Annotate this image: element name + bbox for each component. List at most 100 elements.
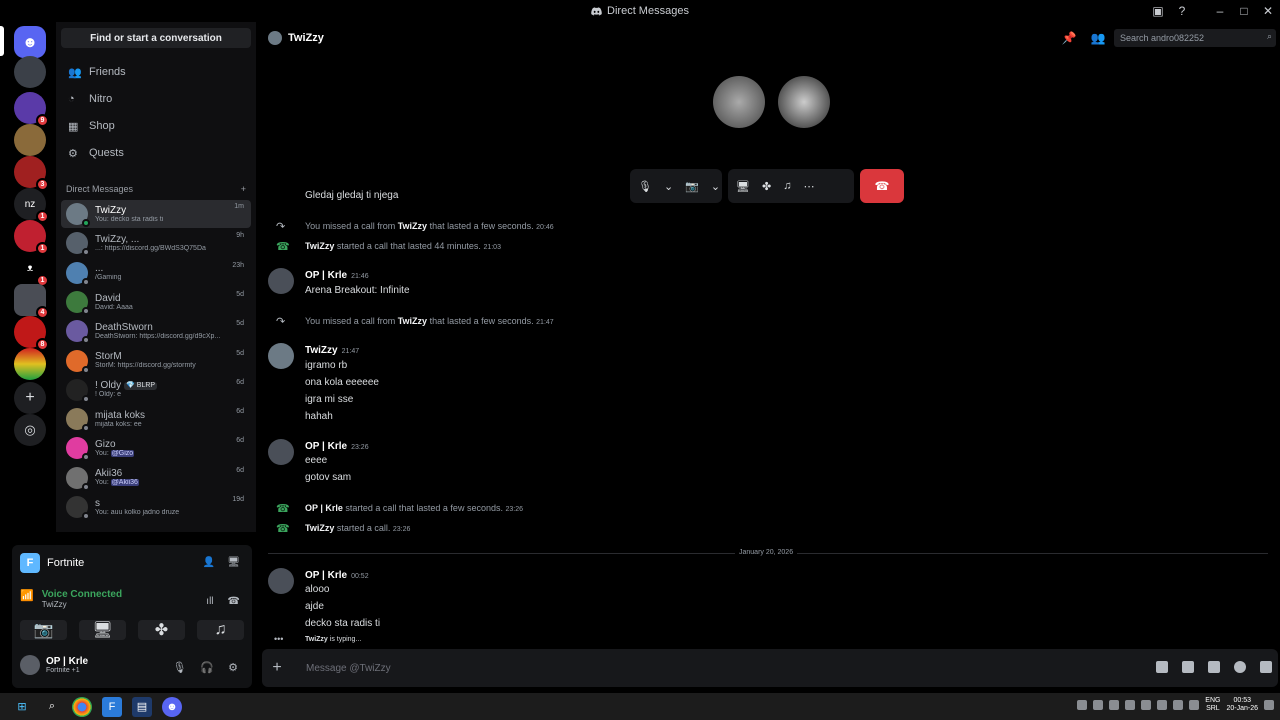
avatar[interactable] bbox=[268, 439, 294, 465]
plus-icon[interactable]: + bbox=[262, 659, 292, 677]
dm-item[interactable]: StorM StorM: https://discord.gg/stormty 5d bbox=[61, 347, 251, 375]
server-icon[interactable]: 4 bbox=[14, 284, 49, 319]
nav-friends[interactable]: 👥 Friends bbox=[62, 60, 250, 84]
gif-icon[interactable] bbox=[1182, 661, 1194, 673]
dm-item[interactable]: mijata koks mijata koks: ee 6d bbox=[61, 405, 251, 433]
tray-icon[interactable] bbox=[1093, 700, 1104, 711]
search-input[interactable]: Search andro082252 ⌕ bbox=[1114, 29, 1276, 47]
server-icon[interactable]: 8 bbox=[14, 316, 49, 351]
avatar[interactable] bbox=[268, 268, 294, 294]
avatar[interactable] bbox=[268, 568, 294, 594]
tray-icon[interactable] bbox=[1157, 700, 1168, 711]
screen-icon[interactable]: 🖥 bbox=[227, 557, 240, 568]
message-author[interactable]: TwiZzy 21:47 bbox=[305, 345, 359, 356]
dm-preview: You: @Gizo bbox=[95, 450, 135, 458]
search-icon[interactable]: ⌕ bbox=[42, 697, 62, 717]
disconnect-icon[interactable]: ☎ bbox=[228, 596, 240, 607]
user-panel[interactable]: OP | Krle Fortnite +1 bbox=[20, 655, 88, 675]
message-author[interactable]: OP | Krle 23:26 bbox=[305, 441, 369, 452]
server-icon[interactable]: ᴥ1 bbox=[14, 252, 49, 287]
message-composer[interactable]: + Message @TwiZzy bbox=[262, 649, 1278, 687]
pin-icon[interactable]: 📌 bbox=[1062, 31, 1077, 45]
message-line: igra mi sse bbox=[305, 394, 354, 405]
chrome-icon[interactable] bbox=[72, 696, 92, 717]
server-icon[interactable] bbox=[14, 56, 46, 88]
dm-preview: ! Oldy: e bbox=[95, 391, 122, 399]
tray-icon[interactable] bbox=[1189, 700, 1200, 711]
language-indicator[interactable]: ENG SRL bbox=[1205, 697, 1220, 714]
dm-time: 6d bbox=[236, 408, 244, 416]
avatar[interactable] bbox=[268, 343, 294, 369]
message-author[interactable]: OP | Krle 21:46 bbox=[305, 270, 369, 281]
gift-icon[interactable] bbox=[1156, 661, 1168, 673]
avatar[interactable] bbox=[778, 76, 830, 128]
tray-icon[interactable] bbox=[1173, 700, 1184, 711]
dm-item[interactable]: Akii36 You: @Akii36 6d bbox=[61, 464, 251, 492]
message-author[interactable]: OP | Krle 00:52 bbox=[305, 570, 369, 581]
apps-icon[interactable] bbox=[1260, 661, 1272, 673]
avatar bbox=[66, 378, 90, 403]
dm-item[interactable]: ! Oldy 💎 BLRP! Oldy: e 6d bbox=[61, 376, 251, 404]
nitro-icon: ◔ bbox=[68, 93, 75, 105]
discover-button[interactable]: ◎ bbox=[14, 414, 46, 446]
tray-icon[interactable] bbox=[1077, 700, 1088, 711]
maximize-button[interactable]: □ bbox=[1232, 0, 1256, 22]
tray-icon[interactable] bbox=[1141, 700, 1152, 711]
find-conversation-button[interactable]: Find or start a conversation bbox=[61, 28, 251, 48]
message-input[interactable]: Message @TwiZzy bbox=[306, 663, 391, 674]
dm-item[interactable]: David David: Aaaa 5d bbox=[61, 288, 251, 316]
nav-quests[interactable]: ⚙ Quests bbox=[62, 141, 250, 165]
headphones-icon[interactable]: 🎧 bbox=[200, 661, 214, 674]
discord-icon[interactable]: ☻ bbox=[162, 696, 182, 717]
dm-item[interactable]: TwiZzy You: decko sta radis ti 1m bbox=[61, 200, 251, 228]
app-icon[interactable]: ▤ bbox=[132, 696, 152, 717]
voice-connected[interactable]: 📶 Voice Connected TwiZzy bbox=[20, 589, 122, 609]
dm-item[interactable]: .../Gaming 23h bbox=[61, 259, 251, 287]
nav-nitro[interactable]: ◔ Nitro bbox=[62, 87, 250, 111]
server-icon[interactable]: nz 1 bbox=[14, 188, 49, 223]
server-icon[interactable] bbox=[14, 348, 46, 380]
missed-call-icon: ↷ bbox=[276, 316, 286, 328]
user-name: OP | Krle bbox=[46, 656, 89, 667]
close-button[interactable]: ✕ bbox=[1256, 0, 1280, 22]
soundboard-button[interactable]: ♫ bbox=[197, 620, 244, 640]
notification-icon[interactable] bbox=[1264, 700, 1274, 711]
server-icon[interactable]: 9 bbox=[14, 92, 49, 127]
server-icon[interactable]: 3 bbox=[14, 156, 49, 191]
emoji-icon[interactable] bbox=[1234, 661, 1246, 673]
gear-icon[interactable]: ⚙ bbox=[228, 661, 238, 674]
invite-icon[interactable]: 👤 bbox=[203, 557, 215, 568]
fortnite-icon[interactable]: F bbox=[102, 696, 122, 717]
message-line: Arena Breakout: Infinite bbox=[305, 285, 410, 296]
dm-item[interactable]: TwiZzy, ......: https://discord.gg/BWdS3… bbox=[61, 229, 251, 257]
create-dm-plus-icon[interactable]: + bbox=[241, 184, 246, 194]
server-icon[interactable]: 1 bbox=[14, 220, 49, 255]
activities-button[interactable]: ✤ bbox=[138, 620, 185, 640]
call-icon: ☎ bbox=[276, 523, 290, 535]
network-icon[interactable] bbox=[1125, 700, 1136, 711]
inbox-icon[interactable]: ▣ bbox=[1146, 0, 1170, 22]
windows-start-icon[interactable]: ⊞ bbox=[12, 697, 32, 717]
dm-item[interactable]: s You: auu kolko jadno druze 19d bbox=[61, 493, 251, 521]
mic-icon[interactable]: 🎙 bbox=[172, 661, 186, 674]
soundwave-icon[interactable]: ıll bbox=[206, 596, 213, 607]
server-icon[interactable] bbox=[14, 124, 46, 156]
dm-item[interactable]: Gizo You: @Gizo 6d bbox=[61, 434, 251, 462]
dm-time: 23h bbox=[232, 261, 244, 269]
home-button[interactable]: ☻ bbox=[14, 26, 46, 58]
dm-name: Gizo bbox=[95, 439, 116, 451]
help-icon[interactable]: ? bbox=[1170, 0, 1194, 22]
clock[interactable]: 00:53 20-Jan-26 bbox=[1226, 697, 1258, 714]
dm-item[interactable]: DeathStworn DeathStworn: https://discord.… bbox=[61, 317, 251, 345]
minimize-button[interactable]: – bbox=[1208, 0, 1232, 22]
sticker-icon[interactable] bbox=[1208, 661, 1220, 673]
avatar[interactable] bbox=[713, 76, 765, 128]
volume-icon[interactable] bbox=[1109, 700, 1120, 711]
screenshare-button[interactable]: 🖥 bbox=[79, 620, 126, 640]
camera-off-button[interactable]: 📷 bbox=[20, 620, 67, 640]
add-server-button[interactable]: + bbox=[14, 382, 46, 414]
call-icon: ☎ bbox=[276, 241, 290, 253]
avatar bbox=[66, 320, 90, 345]
nav-shop[interactable]: ▦ Shop bbox=[62, 114, 250, 138]
add-friends-icon[interactable]: 👥 bbox=[1091, 31, 1106, 45]
